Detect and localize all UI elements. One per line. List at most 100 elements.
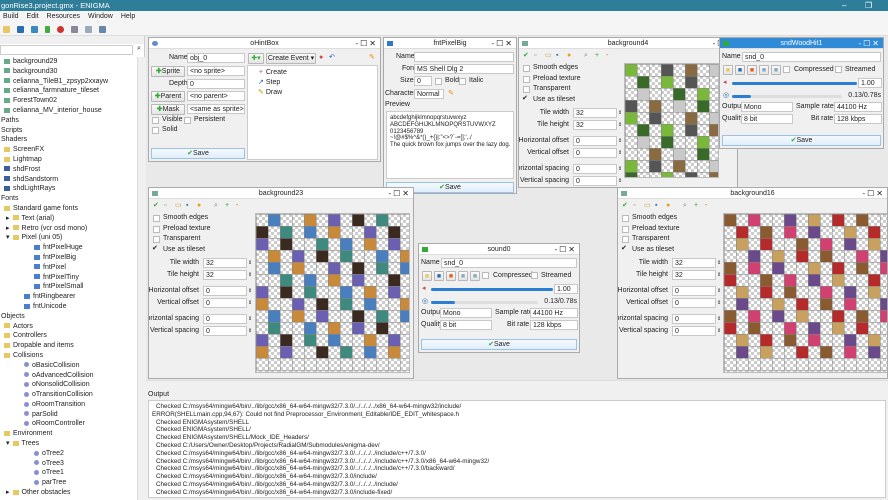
tree-item[interactable]: Paths: [0, 116, 137, 126]
tree-item[interactable]: shdLightRays: [0, 184, 137, 194]
tree-item[interactable]: celianna_MV_interior_house: [0, 106, 137, 116]
edit-event-icon[interactable]: ✎: [369, 53, 375, 63]
tree-item[interactable]: celianna_TileB1_zpsyp2xxayw: [0, 77, 137, 87]
search-icon[interactable]: ⌕: [134, 45, 144, 55]
tree-item[interactable]: shdSandstorm: [0, 175, 137, 185]
sample-rate-select[interactable]: 44100 Hz: [834, 102, 882, 112]
open-icon[interactable]: ▭: [644, 201, 651, 211]
window-title-bar[interactable]: background23-☐✕: [149, 188, 413, 199]
parent-select[interactable]: <no parent>: [187, 91, 245, 101]
restore-button[interactable]: ❐: [865, 0, 872, 11]
save-icon[interactable]: ▪: [186, 201, 188, 211]
stop-icon[interactable]: ■: [470, 271, 480, 281]
tree-item[interactable]: Dropable and items: [0, 341, 137, 351]
spinner-icon[interactable]: ⇕: [248, 286, 252, 296]
new-icon[interactable]: ▫: [164, 201, 166, 211]
position-slider[interactable]: [431, 301, 538, 304]
persistent-checkbox[interactable]: [184, 117, 191, 124]
tileset-preview[interactable]: [723, 213, 888, 373]
save-button[interactable]: ✔Save: [151, 148, 245, 159]
spinner-icon[interactable]: ⇕: [248, 298, 252, 308]
tree-item[interactable]: ▸Text (arial): [0, 214, 137, 224]
tileset-checkbox[interactable]: ✔: [153, 247, 160, 254]
tree-item[interactable]: Controllers: [0, 331, 137, 341]
edit-characters-icon[interactable]: ✎: [448, 89, 454, 99]
tree-item[interactable]: celianna_farmnature_tileset: [0, 86, 137, 96]
hoffset-field[interactable]: 0: [573, 136, 617, 146]
event-create[interactable]: ✦ Create: [258, 68, 377, 78]
tree-item[interactable]: fntPixelHuge: [0, 243, 137, 253]
voffset-field[interactable]: 0: [203, 298, 247, 308]
spinner-icon[interactable]: ⇕: [717, 326, 721, 336]
window-controls[interactable]: -☐✕: [355, 38, 378, 49]
preload-checkbox[interactable]: [153, 226, 160, 233]
tileset-preview[interactable]: [255, 213, 410, 373]
settings-icon[interactable]: [71, 26, 78, 33]
tree-item[interactable]: oTree1: [0, 468, 137, 478]
name-field[interactable]: snd_0: [742, 52, 881, 62]
window-title-bar[interactable]: oHintBox-☐✕: [149, 38, 380, 49]
hspacing-field[interactable]: 0: [203, 314, 247, 324]
tree-item[interactable]: background29: [0, 57, 137, 67]
window-title-bar[interactable]: sndWoodHit1-☐✕: [720, 38, 883, 49]
mask-select[interactable]: <same as sprite>: [187, 104, 245, 114]
smooth-checkbox[interactable]: [523, 65, 530, 72]
expand-arrow-icon[interactable]: ▸: [6, 489, 10, 496]
window-controls[interactable]: -☐✕: [554, 244, 577, 255]
menu-window[interactable]: Window: [88, 13, 113, 20]
output-select[interactable]: Mono: [440, 308, 492, 318]
save-icon[interactable]: [17, 26, 24, 33]
tree-item[interactable]: oRoomController: [0, 419, 137, 429]
tree-item[interactable]: oTree3: [0, 459, 137, 469]
visible-checkbox[interactable]: [152, 117, 159, 124]
add-event-button[interactable]: ✚▾: [248, 53, 264, 64]
voffset-field[interactable]: 0: [573, 148, 617, 158]
menu-build[interactable]: Build: [3, 13, 19, 20]
tile_width-field[interactable]: 32: [203, 258, 247, 268]
save-icon[interactable]: ■: [434, 271, 444, 281]
spinner-icon[interactable]: ⇕: [717, 298, 721, 308]
spinner-icon[interactable]: ⇕: [248, 314, 252, 324]
spinner-icon[interactable]: ⇕: [248, 270, 252, 280]
run-icon[interactable]: [45, 26, 50, 33]
open-icon[interactable]: ▭: [175, 201, 182, 211]
spinner-icon[interactable]: ⇕: [618, 176, 622, 186]
mask-button[interactable]: ✚Mask: [151, 104, 185, 115]
transparent-checkbox[interactable]: [622, 236, 629, 243]
spinner-icon[interactable]: ⇕: [618, 148, 622, 158]
tree-item[interactable]: shdFrost: [0, 165, 137, 175]
save-icon[interactable]: ▪: [556, 51, 558, 61]
tileset-checkbox[interactable]: ✔: [622, 247, 629, 254]
tree-item[interactable]: parTree: [0, 478, 137, 488]
tile_height-field[interactable]: 32: [203, 270, 247, 280]
tree-item[interactable]: oTransitionCollision: [0, 390, 137, 400]
sample-rate-select[interactable]: 44100 Hz: [530, 308, 578, 318]
tree-item[interactable]: ▾Pixel (uni 05): [0, 233, 137, 243]
name-field[interactable]: obj_0: [187, 53, 245, 63]
zoom-out-icon[interactable]: -: [236, 201, 238, 211]
tree-item[interactable]: fntPixelTiny: [0, 273, 137, 283]
menu-resources[interactable]: Resources: [47, 13, 80, 20]
window-title-bar[interactable]: background4-☐✕: [519, 38, 737, 49]
tree-item[interactable]: Collisions: [0, 351, 137, 361]
confirm-icon[interactable]: ✔: [523, 51, 529, 61]
expand-arrow-icon[interactable]: ▾: [6, 440, 10, 447]
tree-item[interactable]: fntRingbearer: [0, 292, 137, 302]
tree-item[interactable]: oAdvancedCollision: [0, 371, 137, 381]
bit-rate-select[interactable]: 128 kbps: [834, 114, 882, 124]
spinner-icon[interactable]: ⇕: [618, 120, 622, 130]
tileset-checkbox[interactable]: ✔: [523, 97, 530, 104]
replace-event-icon[interactable]: ↶: [329, 53, 335, 63]
hoffset-field[interactable]: 0: [203, 286, 247, 296]
edit-icon[interactable]: ■: [747, 65, 757, 75]
stop-icon[interactable]: ■: [771, 65, 781, 75]
save-button[interactable]: ✔Save: [722, 135, 881, 146]
sprite-button[interactable]: ✚Sprite: [151, 66, 185, 77]
name-field[interactable]: snd_0: [441, 258, 577, 268]
tile_width-field[interactable]: 32: [573, 108, 617, 118]
open-icon[interactable]: ■: [723, 65, 733, 75]
tree-item[interactable]: fntPixel: [0, 263, 137, 273]
zoom-in-icon[interactable]: +: [694, 201, 698, 211]
zoom-in-icon[interactable]: +: [595, 51, 599, 61]
parent-button[interactable]: ✚Parent: [151, 91, 185, 102]
